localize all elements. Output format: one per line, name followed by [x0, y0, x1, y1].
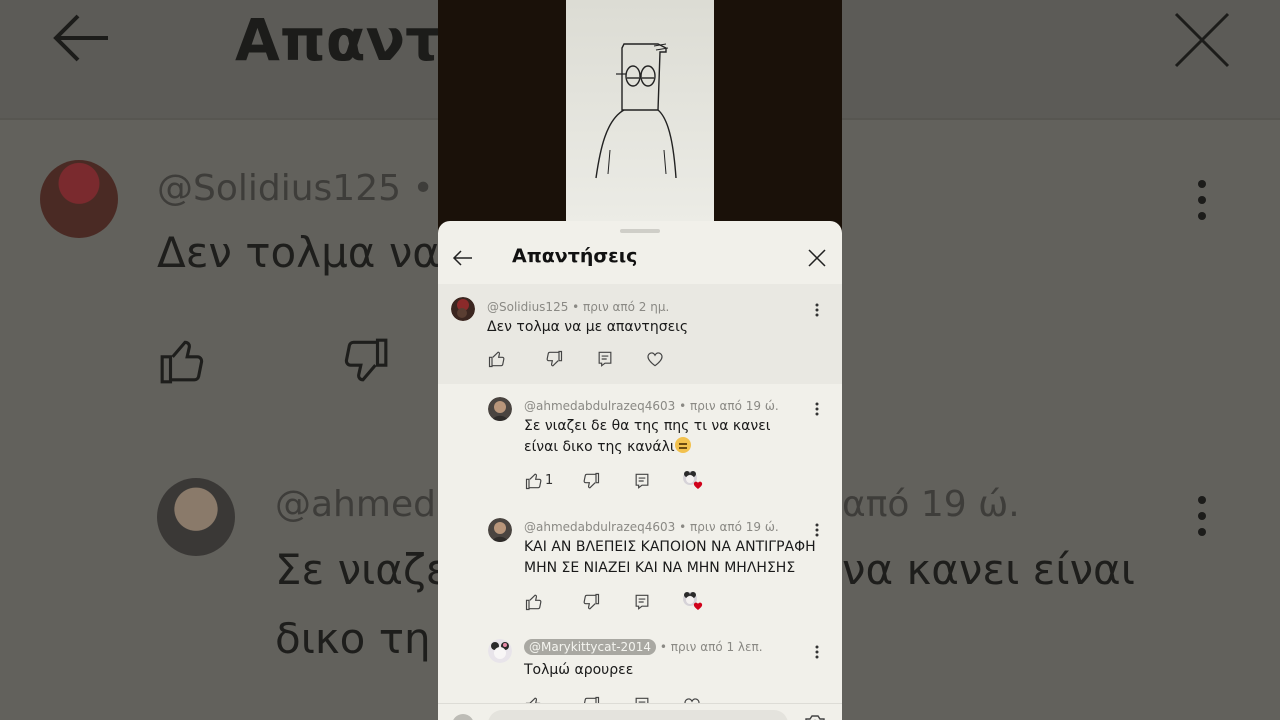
- timestamp: • πριν από 19 ώ.: [675, 399, 779, 413]
- sheet-title: Απαντήσεις: [512, 245, 638, 267]
- video-drawing: [595, 43, 677, 179]
- bg-like-icon: [160, 340, 204, 384]
- creator-heart-icon[interactable]: [682, 591, 704, 611]
- video-player[interactable]: [566, 0, 714, 225]
- sheet-header: Απαντήσεις: [438, 235, 842, 283]
- comment-meta: @Solidius125 • πριν από 2 ημ.: [487, 300, 669, 314]
- reply-input[interactable]: [488, 710, 788, 720]
- timestamp: • πριν από 2 ημ.: [568, 300, 670, 314]
- comment-text: Τολμώ αρουρεε: [524, 662, 634, 678]
- username-chip[interactable]: @Marykittycat-2014: [524, 639, 657, 655]
- more-options-icon[interactable]: [813, 302, 821, 318]
- like-count: 1: [545, 473, 554, 488]
- reply-comment: @ahmedabdulrazeq4603 • πριν από 19 ώ. ΚΑ…: [438, 505, 842, 625]
- avatar[interactable]: [488, 639, 512, 663]
- avatar: [452, 714, 474, 720]
- timestamp: • πριν από 19 ώ.: [675, 520, 779, 534]
- dislike-icon[interactable]: [581, 592, 601, 612]
- comment-text: ΚΑΙ ΑΝ ΒΛΕΠΕΙΣ ΚΑΠΟΙΟΝ ΝΑ ΑΝΤΙΓΡΑΦΗ ΜΗΝ …: [524, 539, 816, 576]
- heart-icon[interactable]: [645, 349, 665, 369]
- reply-icon[interactable]: [595, 349, 615, 369]
- bg-comment-text: να κανει είναι: [842, 545, 1135, 594]
- back-arrow-icon[interactable]: [452, 247, 474, 269]
- avatar-image: [488, 397, 512, 421]
- comment-meta: @ahmedabdulrazeq4603 • πριν από 19 ώ.: [524, 399, 779, 413]
- more-options-icon[interactable]: [813, 522, 821, 538]
- avatar[interactable]: [488, 518, 512, 542]
- username[interactable]: @Solidius125: [487, 300, 568, 314]
- like-icon[interactable]: [487, 349, 507, 369]
- like-icon[interactable]: [524, 592, 544, 612]
- timestamp: • πριν από 1 λεπ.: [656, 640, 763, 654]
- username[interactable]: @ahmedabdulrazeq4603: [524, 520, 675, 534]
- comment-text: Δεν τολμα να με απαντησεις: [487, 319, 689, 335]
- close-icon[interactable]: [806, 247, 828, 269]
- avatar[interactable]: [488, 397, 512, 421]
- bg-comment-text: δικο τη: [275, 614, 431, 663]
- comment-actions: 1: [524, 471, 724, 493]
- comment-meta: @Marykittycat-2014 • πριν από 1 λεπ.: [524, 639, 763, 655]
- bg-timestamp: από 19 ώ.: [842, 484, 1020, 525]
- bg-comment-text: Σε νιαζε: [275, 545, 449, 594]
- username[interactable]: @ahmedabdulrazeq4603: [524, 399, 675, 413]
- comment-actions: [487, 349, 687, 371]
- replies-sheet: Απαντήσεις @Solidius125 • πριν από 2 ημ.…: [438, 221, 842, 720]
- bg-more-icon: [1198, 496, 1206, 536]
- avatar[interactable]: [451, 297, 475, 321]
- reply-comment: @ahmedabdulrazeq4603 • πριν από 19 ώ. Σε…: [438, 384, 842, 504]
- parent-comment: @Solidius125 • πριν από 2 ημ. Δεν τολμα …: [438, 284, 842, 384]
- dislike-icon[interactable]: [581, 471, 601, 491]
- reply-icon[interactable]: [632, 471, 652, 491]
- creator-heart-icon[interactable]: [682, 470, 704, 490]
- bg-back-arrow-icon: [53, 14, 108, 62]
- reply-icon[interactable]: [632, 592, 652, 612]
- bg-comment-text: Δεν τολμα να: [157, 228, 440, 277]
- dislike-icon[interactable]: [544, 349, 564, 369]
- comment-meta: @ahmedabdulrazeq4603 • πριν από 19 ώ.: [524, 520, 779, 534]
- more-options-icon[interactable]: [813, 644, 821, 660]
- avatar-image: [488, 639, 512, 663]
- reply-comment: @Marykittycat-2014 • πριν από 1 λεπ. Τολ…: [438, 627, 842, 714]
- drag-handle[interactable]: [620, 229, 660, 233]
- reply-composer: [438, 703, 842, 720]
- bg-dislike-icon: [344, 338, 388, 382]
- comment-text-content: Σε νιαζει δε θα της πης τι να κανει είνα…: [524, 418, 771, 455]
- bg-avatar: [40, 160, 118, 238]
- comment-actions: [524, 592, 724, 614]
- phone-screen: Απαντήσεις @Solidius125 • πριν από 2 ημ.…: [438, 0, 842, 720]
- bg-username: @Solidius125 • π: [157, 168, 467, 209]
- bg-close-icon: [1174, 12, 1230, 68]
- bg-avatar: [157, 478, 235, 556]
- avatar-image: [451, 297, 475, 321]
- camera-icon[interactable]: [804, 714, 826, 720]
- bg-username: @ahmeda: [275, 484, 459, 525]
- comment-text: Σε νιαζει δε θα της πης τι να κανει είνα…: [524, 416, 804, 458]
- more-options-icon[interactable]: [813, 401, 821, 417]
- like-icon[interactable]: [524, 471, 544, 491]
- bg-more-icon: [1198, 180, 1206, 220]
- avatar-image: [488, 518, 512, 542]
- unamused-emoji-icon: [674, 437, 691, 453]
